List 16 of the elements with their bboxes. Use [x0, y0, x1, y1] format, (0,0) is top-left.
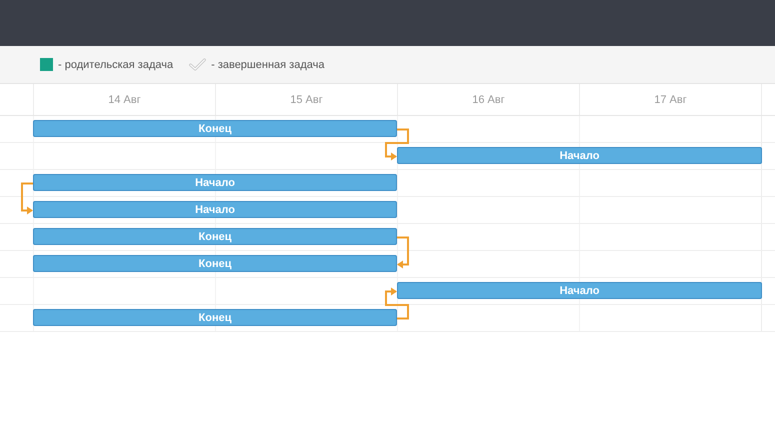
- task-bar[interactable]: Конец: [33, 309, 397, 326]
- date-label: 17 Авг: [654, 94, 687, 106]
- parent-task-swatch-icon: [40, 58, 53, 71]
- task-bar[interactable]: Начало: [33, 201, 397, 218]
- date-label: 14 Авг: [108, 94, 141, 106]
- legend-label: - родительская задача: [58, 58, 174, 70]
- task-bar[interactable]: Конец: [33, 255, 397, 272]
- date-label: 16 Авг: [472, 94, 505, 106]
- task-bar[interactable]: Начало: [397, 282, 762, 299]
- legend-label: - завершенная задача: [211, 58, 324, 70]
- checkmark-icon: [189, 58, 206, 71]
- task-bar[interactable]: Начало: [33, 174, 397, 191]
- task-bar[interactable]: Конец: [33, 120, 397, 137]
- date-label: 15 Авг: [290, 94, 323, 106]
- task-bar[interactable]: Начало: [397, 147, 762, 164]
- task-bar[interactable]: Конец: [33, 228, 397, 245]
